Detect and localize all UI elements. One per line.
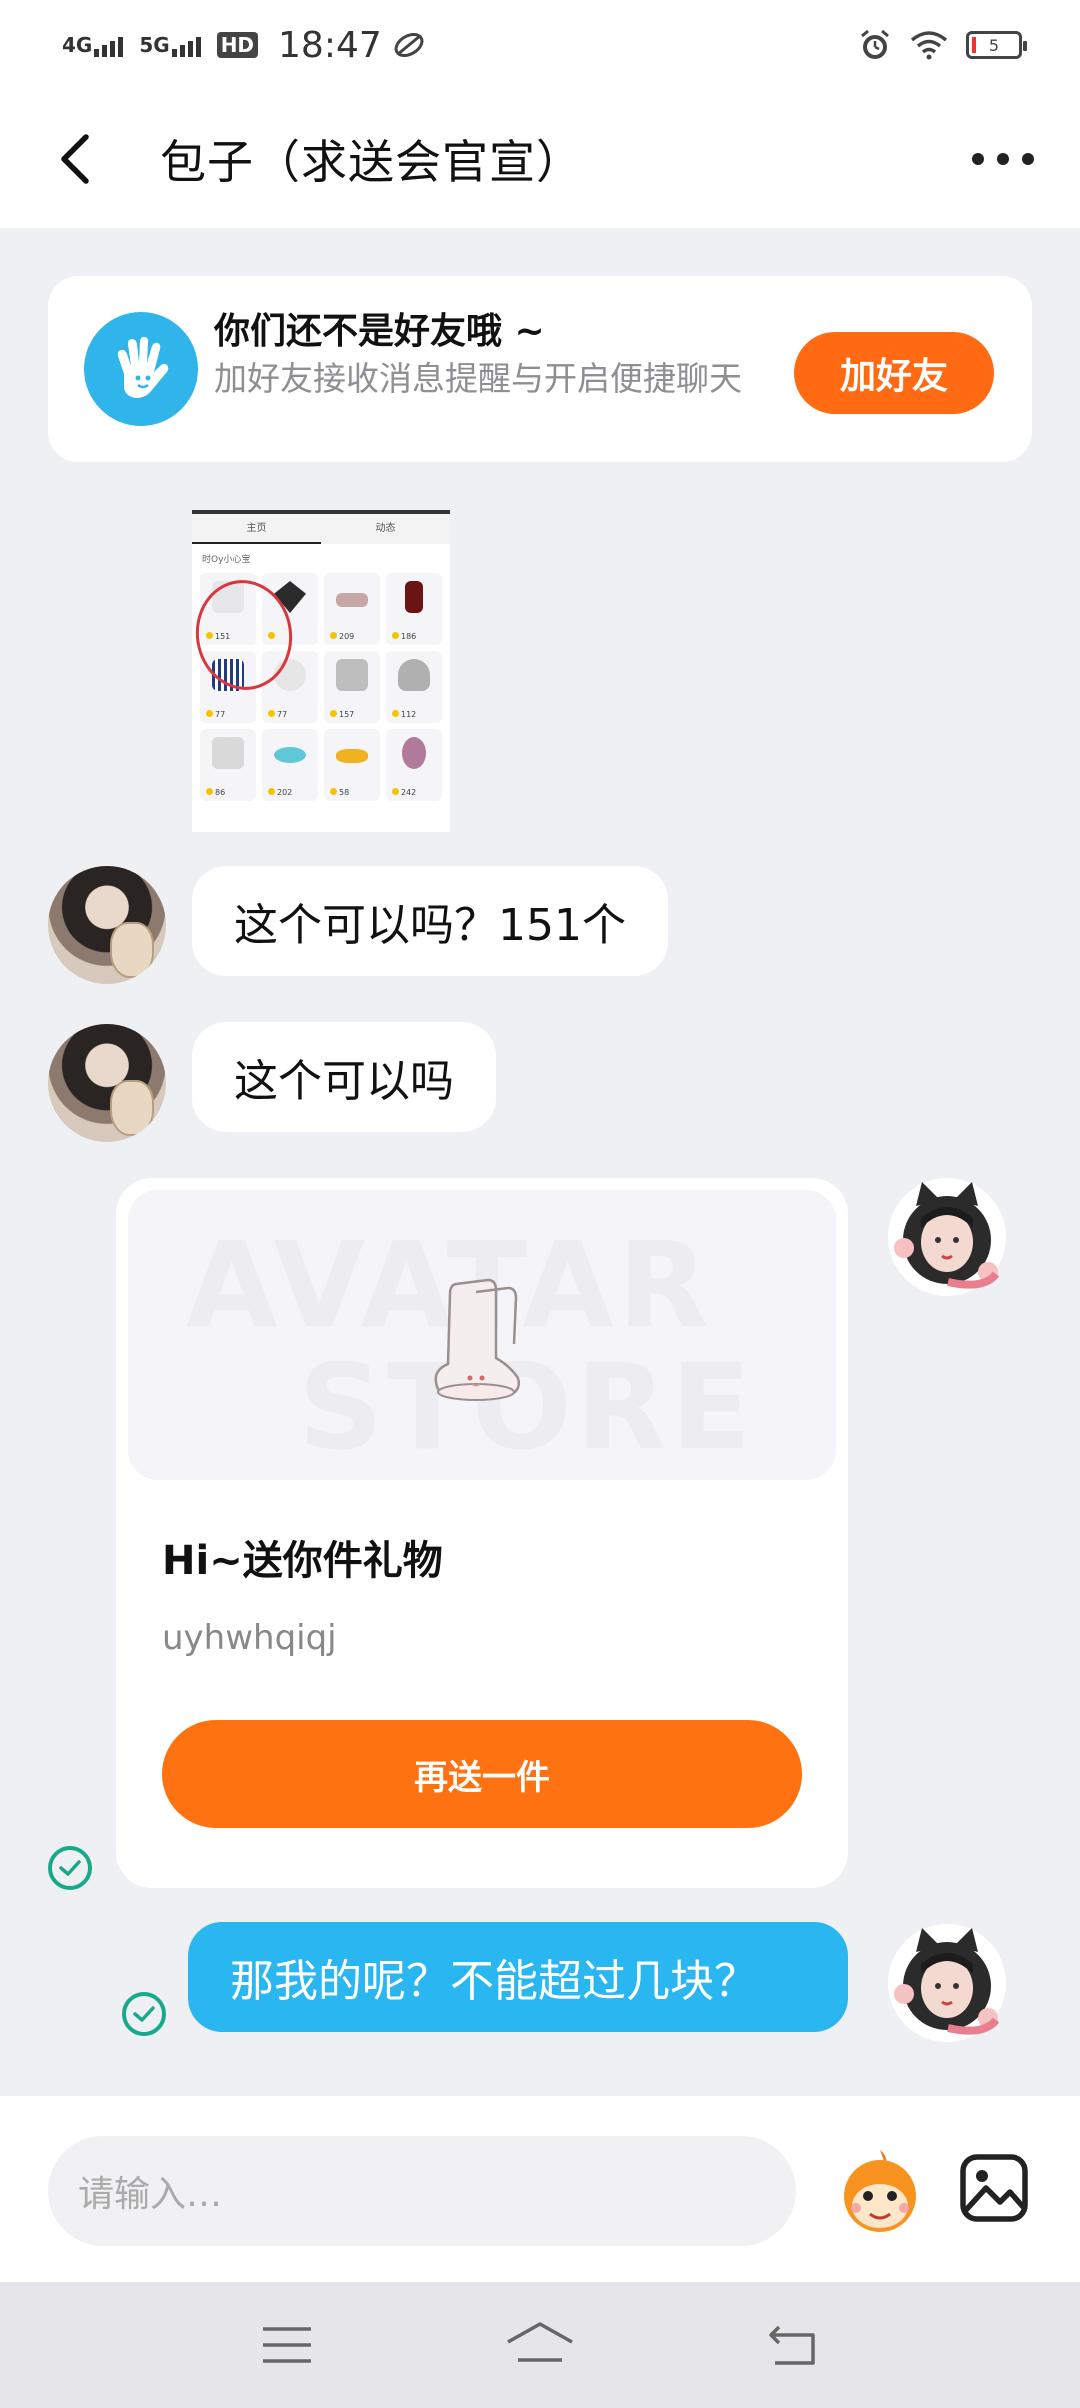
banner-title: 你们还不是好友哦 ~ <box>214 311 545 352</box>
system-navigation-bar <box>0 2282 1080 2408</box>
cellular-signal-icon-2: 5G <box>139 33 201 57</box>
message-bubble-incoming[interactable]: 这个可以吗？151个 <box>192 866 668 976</box>
gift-code: uyhwhqiqj <box>162 1618 337 1658</box>
screenshot-tab-feed: 动态 <box>375 523 396 534</box>
message-bubble-incoming[interactable]: 这个可以吗 <box>192 1022 496 1132</box>
battery-icon: 5 <box>966 31 1027 59</box>
screenshot-item-price: 242 <box>392 788 416 797</box>
send-another-gift-button[interactable]: 再送一件 <box>162 1720 802 1828</box>
message-bubble-outgoing[interactable]: 那我的呢？不能超过几块？ <box>188 1922 848 2032</box>
status-bar: 4G 5G HD 18:47 5 <box>0 0 1080 90</box>
screenshot-item: 242 <box>386 729 442 801</box>
gift-image: AVATAR STORE <box>128 1190 836 1480</box>
gift-title: Hi~送你件礼物 <box>162 1538 443 1584</box>
screenshot-item-price: 209 <box>330 632 354 641</box>
read-check-icon <box>122 1992 166 2036</box>
image-picker-button[interactable] <box>958 2152 1030 2224</box>
screenshot-item-price: 186 <box>392 632 416 641</box>
screenshot-item: 112 <box>386 651 442 723</box>
my-avatar[interactable] <box>888 1924 1006 2042</box>
my-avatar[interactable] <box>888 1178 1006 1296</box>
return-icon <box>769 2325 816 2365</box>
message-input[interactable]: 请输入… <box>48 2136 796 2246</box>
more-options-button[interactable] <box>968 134 1038 184</box>
screenshot-item-price: 77 <box>206 710 225 719</box>
screenshot-item: 202 <box>262 729 318 801</box>
gift-card[interactable]: AVATAR STORE Hi~送你件礼物 uyhwhqiqj 再送一件 <box>116 1178 848 1888</box>
back-arrow-icon <box>61 134 89 184</box>
clock: 18:47 <box>278 24 382 66</box>
sender-avatar[interactable] <box>48 866 166 984</box>
home-icon <box>507 2322 573 2362</box>
message-input-bar: 请输入… <box>0 2096 1080 2282</box>
menu-icon <box>262 2327 311 2363</box>
friend-request-banner: 你们还不是好友哦 ~ 加好友接收消息提醒与开启便捷聊天 加好友 <box>48 276 1032 462</box>
screenshot-item: 209 <box>324 573 380 645</box>
waving-hand-icon <box>84 312 198 426</box>
emoji-mascot-icon <box>844 2150 916 2232</box>
home-button[interactable] <box>500 2315 580 2375</box>
network-type-label: 4G <box>62 33 93 57</box>
back-button[interactable] <box>0 90 160 228</box>
screenshot-item-price: 202 <box>268 788 292 797</box>
screenshot-item: 58 <box>324 729 380 801</box>
shared-screenshot-image[interactable]: 主页 动态 时Oy小心宝 151 209 186 77 77 157 112 8… <box>192 510 450 832</box>
screenshot-item-price: 77 <box>268 710 287 719</box>
banner-subtitle: 加好友接收消息提醒与开启便捷聊天 <box>214 359 742 398</box>
screenshot-item-price: 157 <box>330 710 354 719</box>
screenshot-subtitle: 时Oy小心宝 <box>202 555 251 565</box>
emoji-button[interactable] <box>832 2144 928 2240</box>
sender-avatar[interactable] <box>48 1024 166 1142</box>
screenshot-item-price: 112 <box>392 710 416 719</box>
chat-header: 包子（求送会官宣） <box>0 90 1080 228</box>
screenshot-item: 157 <box>324 651 380 723</box>
screenshot-tabs: 主页 动态 <box>192 514 450 544</box>
hd-voice-icon: HD <box>216 32 259 58</box>
screenshot-item-price: 86 <box>206 788 225 797</box>
battery-level: 5 <box>988 35 1000 55</box>
network-type-label-2: 5G <box>139 33 170 57</box>
wifi-icon <box>910 31 948 60</box>
screenshot-item-price: 58 <box>330 788 349 797</box>
screenshot-tab-home: 主页 <box>192 514 321 544</box>
menu-button[interactable] <box>247 2315 327 2375</box>
chat-title: 包子（求送会官宣） <box>160 135 583 189</box>
alarm-icon <box>861 29 889 59</box>
sync-icon <box>394 33 424 57</box>
cellular-signal-icon: 4G <box>62 33 124 57</box>
image-picker-icon <box>960 2154 1028 2222</box>
screenshot-item: 86 <box>200 729 256 801</box>
screenshot-item: 186 <box>386 573 442 645</box>
gift-boots-icon <box>434 1278 520 1401</box>
back-nav-button[interactable] <box>753 2315 833 2375</box>
read-check-icon <box>48 1846 92 1890</box>
add-friend-button[interactable]: 加好友 <box>794 332 994 414</box>
more-dots-icon <box>972 153 984 165</box>
